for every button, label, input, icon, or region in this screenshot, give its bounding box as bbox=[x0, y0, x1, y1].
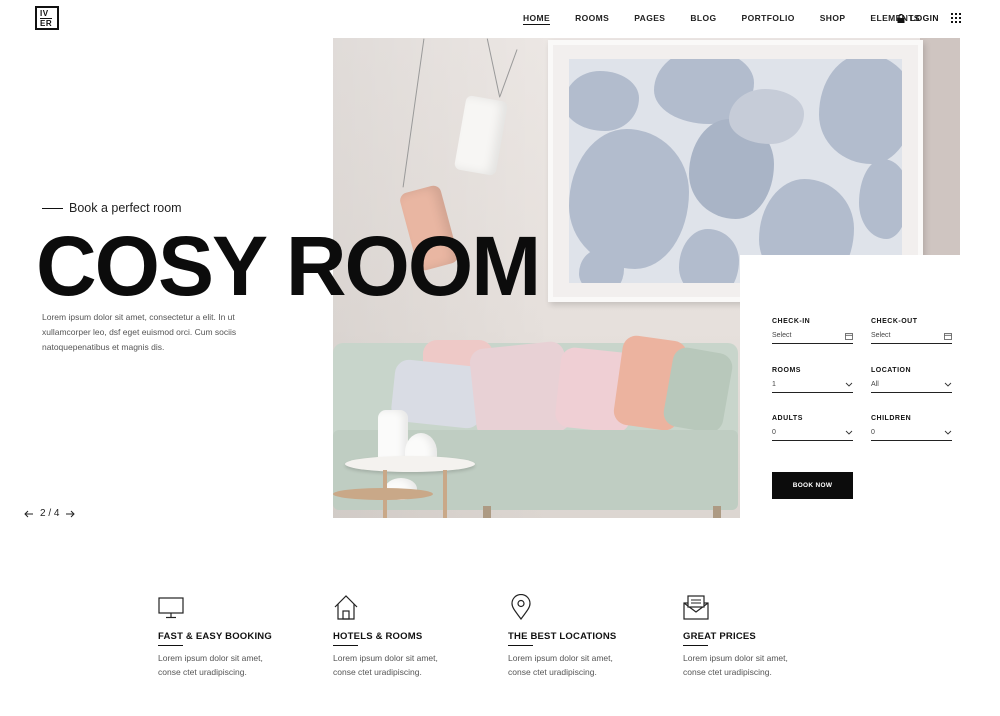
check-in-field[interactable]: CHECK-IN Select bbox=[772, 318, 853, 344]
main-nav: HOME ROOMS PAGES BLOG PORTFOLIO SHOP ELE… bbox=[523, 13, 920, 25]
nav-item-home[interactable]: HOME bbox=[523, 13, 551, 25]
feature-text-line: Lorem ipsum dolor sit amet, bbox=[683, 653, 788, 663]
side-table bbox=[345, 456, 475, 472]
feature-title: GREAT PRICES bbox=[683, 631, 756, 642]
feature-text-line: conse ctet uradipiscing. bbox=[683, 667, 772, 677]
feature-text-line: Lorem ipsum dolor sit amet, bbox=[333, 653, 438, 663]
hero-kicker: Book a perfect room bbox=[42, 201, 182, 215]
login-label: LOGIN bbox=[910, 13, 939, 23]
adults-label: ADULTS bbox=[772, 415, 803, 422]
hero-description: Lorem ipsum dolor sit amet, consectetur … bbox=[42, 312, 237, 352]
rooms-label: ROOMS bbox=[772, 367, 801, 374]
feature-text-line: Lorem ipsum dolor sit amet, bbox=[158, 653, 263, 663]
book-now-button[interactable]: BOOK NOW bbox=[772, 472, 853, 499]
slide-counter: 2 / 4 bbox=[40, 508, 60, 519]
kicker-line bbox=[42, 207, 63, 209]
nav-item-portfolio[interactable]: PORTFOLIO bbox=[742, 13, 795, 25]
chevron-down-icon[interactable] bbox=[845, 430, 853, 435]
arrow-left-icon[interactable] bbox=[24, 510, 34, 518]
adults-select[interactable]: ADULTS 0 bbox=[772, 415, 853, 441]
adults-value[interactable]: 0 bbox=[772, 429, 776, 436]
calendar-icon[interactable] bbox=[845, 332, 853, 340]
page-title: COSY ROOM bbox=[36, 219, 541, 313]
hero-kicker-text: Book a perfect room bbox=[69, 201, 182, 215]
feature-title: HOTELS & ROOMS bbox=[333, 631, 423, 642]
check-out-field[interactable]: CHECK-OUT Select bbox=[871, 318, 952, 344]
feature-title: FAST & EASY BOOKING bbox=[158, 631, 272, 642]
rooms-value[interactable]: 1 bbox=[772, 381, 776, 388]
check-out-value[interactable]: Select bbox=[871, 332, 890, 339]
brand-logo[interactable]: IV ER bbox=[35, 6, 59, 30]
booking-form: CHECK-IN Select CHECK-OUT Select ROOMS 1… bbox=[740, 255, 960, 518]
nav-item-shop[interactable]: SHOP bbox=[820, 13, 846, 25]
lock-icon bbox=[897, 13, 905, 23]
nav-item-blog[interactable]: BLOG bbox=[690, 13, 716, 25]
location-select[interactable]: LOCATION All bbox=[871, 367, 952, 393]
feature-fast-booking: FAST & EASY BOOKING Lorem ipsum dolor si… bbox=[158, 594, 298, 679]
monitor-icon bbox=[158, 597, 184, 619]
arrow-right-icon[interactable] bbox=[65, 510, 76, 518]
feature-hotels-rooms: HOTELS & ROOMS Lorem ipsum dolor sit ame… bbox=[333, 594, 473, 679]
location-label: LOCATION bbox=[871, 367, 912, 374]
envelope-icon bbox=[683, 595, 709, 620]
slider-pager: 2 / 4 bbox=[24, 508, 76, 519]
house-icon bbox=[334, 595, 358, 620]
menu-grid-icon[interactable] bbox=[951, 13, 961, 23]
feature-great-prices: GREAT PRICES Lorem ipsum dolor sit amet,… bbox=[683, 594, 823, 679]
feature-title: THE BEST LOCATIONS bbox=[508, 631, 617, 642]
feature-text-line: conse ctet uradipiscing. bbox=[158, 667, 247, 677]
logo-text-top: IV bbox=[40, 8, 49, 18]
chevron-down-icon[interactable] bbox=[845, 382, 853, 387]
check-out-label: CHECK-OUT bbox=[871, 318, 918, 325]
children-select[interactable]: CHILDREN 0 bbox=[871, 415, 952, 441]
feature-text-line: Lorem ipsum dolor sit amet, bbox=[508, 653, 613, 663]
nav-item-rooms[interactable]: ROOMS bbox=[575, 13, 609, 25]
children-value[interactable]: 0 bbox=[871, 429, 875, 436]
feature-text-line: conse ctet uradipiscing. bbox=[333, 667, 422, 677]
login-link[interactable]: LOGIN bbox=[897, 13, 939, 23]
nav-item-pages[interactable]: PAGES bbox=[634, 13, 665, 25]
feature-text-line: conse ctet uradipiscing. bbox=[508, 667, 597, 677]
chevron-down-icon[interactable] bbox=[944, 382, 952, 387]
location-value[interactable]: All bbox=[871, 381, 879, 388]
rooms-select[interactable]: ROOMS 1 bbox=[772, 367, 853, 393]
children-label: CHILDREN bbox=[871, 415, 912, 422]
calendar-icon[interactable] bbox=[944, 332, 952, 340]
feature-best-locations: THE BEST LOCATIONS Lorem ipsum dolor sit… bbox=[508, 593, 648, 679]
check-in-label: CHECK-IN bbox=[772, 318, 811, 325]
check-in-value[interactable]: Select bbox=[772, 332, 791, 339]
location-pin-icon bbox=[511, 593, 531, 621]
chevron-down-icon[interactable] bbox=[944, 430, 952, 435]
logo-text-bottom: ER bbox=[40, 17, 53, 28]
